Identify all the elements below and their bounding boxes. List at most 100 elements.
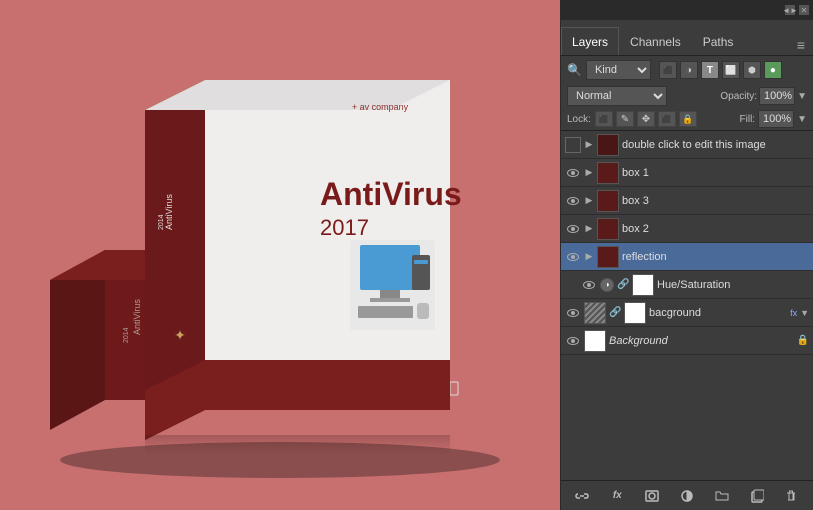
layer-visibility-toggle[interactable] bbox=[565, 305, 581, 321]
fill-label: Fill: bbox=[740, 114, 756, 125]
kind-select[interactable]: Kind bbox=[586, 60, 651, 80]
delete-layer-button[interactable] bbox=[781, 486, 801, 506]
layer-hue-saturation[interactable]: ◑ 🔗 Hue/Saturation bbox=[561, 271, 813, 299]
layer-name: reflection bbox=[622, 251, 809, 263]
lock-icons: ⬛ ✎ ✥ ⬛ 🔒 bbox=[595, 111, 697, 127]
layers-panel: ◄► ✕ Layers Channels Paths ≡ 🔍 Kind ⬛ ◑ … bbox=[560, 0, 813, 510]
layer-link-icon: 🔗 bbox=[609, 307, 621, 318]
new-layer-icon bbox=[750, 489, 764, 503]
layer-name: Hue/Saturation bbox=[657, 279, 809, 291]
svg-text:AntiVirus: AntiVirus bbox=[164, 194, 174, 230]
layer-mask-thumbnail bbox=[624, 302, 646, 324]
folder-icon bbox=[715, 489, 729, 503]
layer-visibility-toggle[interactable] bbox=[565, 249, 581, 265]
layer-reflection[interactable]: ▶ reflection bbox=[561, 243, 813, 271]
filter-icons: ⬛ ◑ T ⬜ ⬢ ● bbox=[659, 61, 782, 79]
layer-expand-arrow[interactable]: ▶ bbox=[584, 139, 594, 150]
layers-list: ▶ double click to edit this image ▶ box … bbox=[561, 131, 813, 480]
svg-text:AntiVirus: AntiVirus bbox=[132, 299, 142, 335]
lock-image-icon[interactable]: ✎ bbox=[616, 111, 634, 127]
opacity-label: Opacity: bbox=[720, 91, 757, 102]
fill-chevron-icon[interactable]: ▼ bbox=[797, 114, 807, 125]
layer-thumbnail bbox=[597, 134, 619, 156]
opacity-chevron-icon[interactable]: ▼ bbox=[797, 91, 807, 102]
svg-text:2014: 2014 bbox=[123, 327, 130, 343]
link-layers-button[interactable] bbox=[572, 486, 592, 506]
layer-thumbnail bbox=[597, 218, 619, 240]
shape-filter-icon[interactable]: ⬜ bbox=[722, 61, 740, 79]
layer-box1[interactable]: ▶ box 1 bbox=[561, 159, 813, 187]
layer-thumbnail bbox=[597, 190, 619, 212]
delete-icon bbox=[784, 489, 798, 503]
eye-icon bbox=[567, 197, 579, 205]
layer-expand-arrow[interactable]: ▶ bbox=[584, 167, 594, 178]
lock-label: Lock: bbox=[567, 114, 591, 125]
tab-channels[interactable]: Channels bbox=[619, 27, 692, 55]
add-fx-button[interactable]: fx bbox=[607, 486, 627, 506]
adjustment-filter-icon[interactable]: ◑ bbox=[680, 61, 698, 79]
lock-icon: 🔒 bbox=[797, 335, 809, 346]
layer-thumbnail bbox=[597, 246, 619, 268]
layer-visibility-toggle[interactable] bbox=[565, 221, 581, 237]
search-icon: 🔍 bbox=[567, 63, 582, 77]
lock-artboard-icon[interactable]: ⬛ bbox=[658, 111, 676, 127]
blend-mode-select[interactable]: Normal bbox=[567, 86, 667, 106]
svg-text:2014: 2014 bbox=[158, 214, 165, 230]
fill-group: Fill: ▼ bbox=[740, 110, 807, 128]
layer-box2[interactable]: ▶ box 2 bbox=[561, 215, 813, 243]
opacity-input[interactable] bbox=[759, 87, 795, 105]
eye-icon bbox=[567, 169, 579, 177]
eye-icon bbox=[583, 281, 595, 289]
layer-visibility-toggle[interactable] bbox=[565, 165, 581, 181]
layer-name: box 2 bbox=[622, 223, 809, 235]
lock-pixels-icon[interactable]: ⬛ bbox=[595, 111, 613, 127]
adjustment-layer-button[interactable] bbox=[677, 486, 697, 506]
layer-name: box 1 bbox=[622, 167, 809, 179]
mask-icon bbox=[645, 489, 659, 503]
lock-row: Lock: ⬛ ✎ ✥ ⬛ 🔒 Fill: ▼ bbox=[561, 108, 813, 131]
layer-visibility-toggle[interactable] bbox=[565, 333, 581, 349]
layer-thumbnail bbox=[584, 302, 606, 324]
toggle-filter-icon[interactable]: ● bbox=[764, 61, 782, 79]
pixel-filter-icon[interactable]: ⬛ bbox=[659, 61, 677, 79]
layer-name: box 3 bbox=[622, 195, 809, 207]
lock-position-icon[interactable]: ✥ bbox=[637, 111, 655, 127]
tab-paths[interactable]: Paths bbox=[692, 27, 745, 55]
eye-icon bbox=[567, 253, 579, 261]
panel-tabs: Layers Channels Paths ≡ bbox=[561, 20, 813, 56]
layer-name: double click to edit this image bbox=[622, 139, 809, 151]
layer-expand-arrow[interactable]: ▶ bbox=[584, 251, 594, 262]
svg-text:✦: ✦ bbox=[174, 327, 186, 343]
fx-chevron-icon[interactable]: ▼ bbox=[800, 308, 809, 318]
collapse-button[interactable]: ◄► bbox=[785, 5, 795, 15]
smart-filter-icon[interactable]: ⬢ bbox=[743, 61, 761, 79]
opacity-group: Opacity: ▼ bbox=[720, 87, 807, 105]
close-panel-button[interactable]: ✕ bbox=[799, 5, 809, 15]
add-mask-button[interactable] bbox=[642, 486, 662, 506]
panel-menu-icon[interactable]: ≡ bbox=[793, 35, 809, 55]
new-group-button[interactable] bbox=[712, 486, 732, 506]
layer-background[interactable]: Background 🔒 bbox=[561, 327, 813, 355]
svg-text:2017: 2017 bbox=[320, 215, 369, 240]
adjustment-layer-icon: ◑ bbox=[600, 278, 614, 292]
layer-expand-arrow[interactable]: ▶ bbox=[584, 195, 594, 206]
layer-visibility-toggle[interactable] bbox=[565, 193, 581, 209]
layer-expand-arrow[interactable]: ▶ bbox=[584, 223, 594, 234]
eye-icon bbox=[567, 337, 579, 345]
fill-input[interactable] bbox=[758, 110, 794, 128]
tab-layers[interactable]: Layers bbox=[561, 27, 619, 55]
layer-mask-thumbnail bbox=[632, 274, 654, 296]
new-layer-button[interactable] bbox=[747, 486, 767, 506]
panel-titlebar: ◄► ✕ bbox=[561, 0, 813, 20]
layer-visibility-toggle[interactable] bbox=[581, 277, 597, 293]
layer-thumbnail bbox=[584, 330, 606, 352]
eye-icon bbox=[567, 225, 579, 233]
lock-all-icon[interactable]: 🔒 bbox=[679, 111, 697, 127]
layer-smart-object[interactable]: ▶ double click to edit this image bbox=[561, 131, 813, 159]
layer-visibility-toggle[interactable] bbox=[565, 137, 581, 153]
layer-box3[interactable]: ▶ box 3 bbox=[561, 187, 813, 215]
layer-name: Background bbox=[609, 335, 792, 347]
type-filter-icon[interactable]: T bbox=[701, 61, 719, 79]
layer-bacground[interactable]: 🔗 bacground fx ▼ bbox=[561, 299, 813, 327]
kind-row: 🔍 Kind ⬛ ◑ T ⬜ ⬢ ● bbox=[561, 56, 813, 84]
